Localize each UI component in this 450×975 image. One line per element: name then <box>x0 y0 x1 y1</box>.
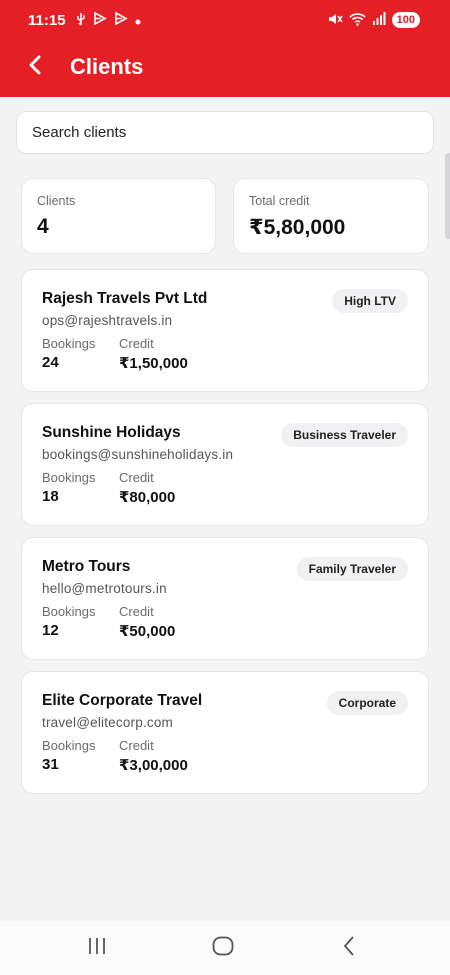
client-tag: High LTV <box>332 289 408 313</box>
total-credit-label: Total credit <box>249 194 310 208</box>
search-field[interactable] <box>16 111 434 154</box>
client-tag: Business Traveler <box>281 423 408 447</box>
bookings-label: Bookings <box>42 738 96 753</box>
play-icon <box>93 11 107 28</box>
client-metrics: Bookings 24 Credit ₹1,50,000 <box>42 336 408 372</box>
credit-value: ₹80,000 <box>119 489 176 506</box>
page-title: Clients <box>70 54 144 79</box>
bookings-value: 12 <box>42 622 59 639</box>
total-credit-value: ₹5,80,000 <box>249 216 346 239</box>
wifi-icon <box>349 12 366 29</box>
client-email: hello@metrotours.in <box>42 581 167 596</box>
bookings-value: 18 <box>42 488 59 505</box>
signal-icon <box>372 12 386 28</box>
mute-icon <box>327 12 343 29</box>
recents-icon <box>86 936 108 961</box>
app-header: 11:15 100 Clients <box>0 0 450 97</box>
recents-button[interactable] <box>77 934 117 962</box>
bookings-label: Bookings <box>42 604 96 619</box>
credit-value: ₹1,50,000 <box>119 355 188 372</box>
bookings-value: 31 <box>42 756 59 773</box>
clients-count-card: Clients 4 <box>21 178 216 254</box>
home-icon <box>211 935 235 962</box>
back-arrow-icon <box>28 55 42 80</box>
client-email: bookings@sunshineholidays.in <box>42 447 234 462</box>
system-nav-bar <box>0 921 450 975</box>
search-input[interactable] <box>32 124 412 141</box>
client-email: travel@elitecorp.com <box>42 715 173 730</box>
client-tag: Corporate <box>326 691 408 715</box>
home-button[interactable] <box>203 934 243 962</box>
client-tag: Family Traveler <box>296 557 408 581</box>
client-metrics: Bookings 31 Credit ₹3,00,000 <box>42 738 408 774</box>
credit-value: ₹3,00,000 <box>119 757 188 774</box>
usb-icon <box>76 12 86 29</box>
status-left-icons <box>76 11 141 29</box>
credit-label: Credit <box>119 604 154 619</box>
clients-count-value: 4 <box>37 215 49 238</box>
back-button[interactable] <box>28 47 68 87</box>
status-bar: 11:15 100 <box>0 0 450 40</box>
credit-value: ₹50,000 <box>119 623 176 640</box>
clients-count-label: Clients <box>37 194 76 208</box>
status-right-icons: 100 <box>327 12 420 29</box>
credit-label: Credit <box>119 336 154 351</box>
play-icon <box>114 11 128 28</box>
total-credit-card: Total credit ₹5,80,000 <box>233 178 429 254</box>
app-bar: Clients <box>0 44 450 90</box>
status-time: 11:15 <box>28 11 66 29</box>
system-back-button[interactable] <box>329 934 369 962</box>
credit-label: Credit <box>119 470 154 485</box>
dot-icon <box>135 13 141 28</box>
client-card[interactable]: Metro Tours hello@metrotours.in Family T… <box>21 537 429 660</box>
client-card[interactable]: Elite Corporate Travel travel@elitecorp.… <box>21 671 429 794</box>
client-card[interactable]: Sunshine Holidays bookings@sunshineholid… <box>21 403 429 526</box>
back-chevron-icon <box>341 935 357 962</box>
bookings-label: Bookings <box>42 336 96 351</box>
scrollbar-thumb[interactable] <box>445 153 450 239</box>
bookings-label: Bookings <box>42 470 96 485</box>
credit-label: Credit <box>119 738 154 753</box>
client-metrics: Bookings 18 Credit ₹80,000 <box>42 470 408 506</box>
bookings-value: 24 <box>42 354 59 371</box>
client-metrics: Bookings 12 Credit ₹50,000 <box>42 604 408 640</box>
client-email: ops@rajeshtravels.in <box>42 313 173 328</box>
battery-indicator: 100 <box>391 12 420 28</box>
client-card[interactable]: Rajesh Travels Pvt Ltd ops@rajeshtravels… <box>21 269 429 392</box>
